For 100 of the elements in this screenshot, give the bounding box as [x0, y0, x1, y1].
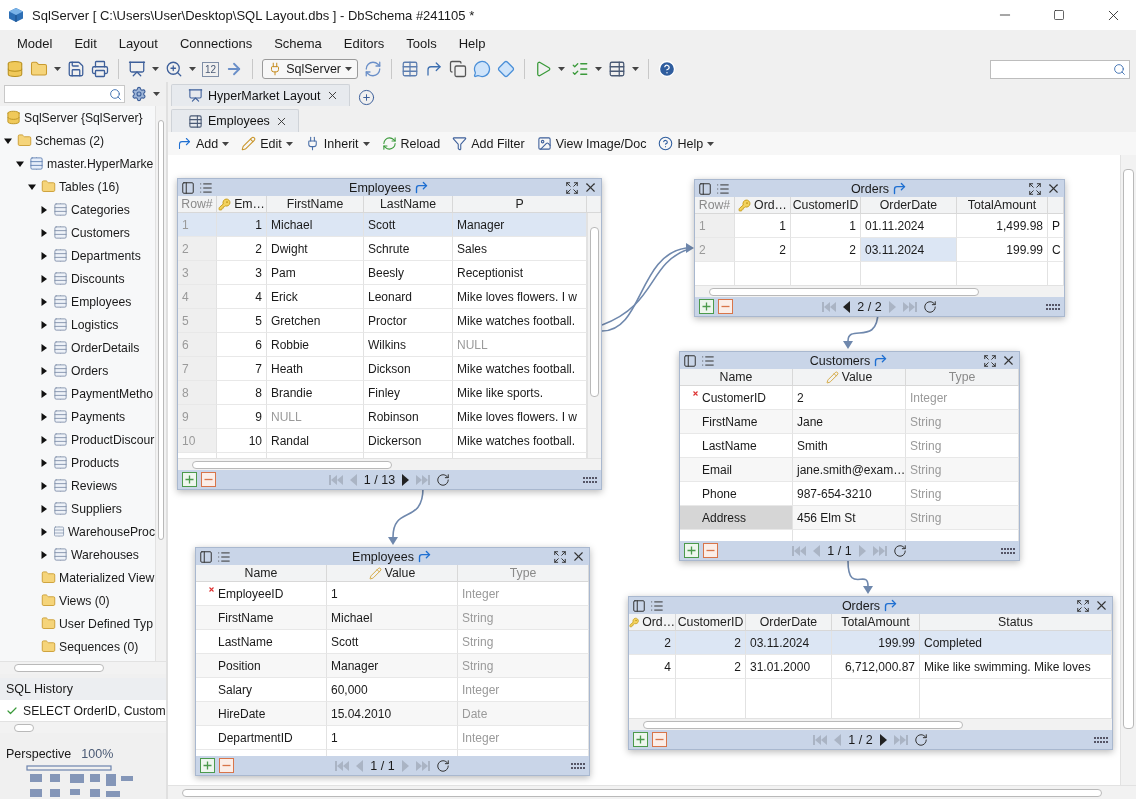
- menu-item[interactable]: Tools: [397, 32, 446, 54]
- close-icon[interactable]: [571, 549, 586, 564]
- table-row[interactable]: 1 1 Michael Scott Manager: [178, 213, 587, 237]
- table-row[interactable]: 4 4 Erick Leonard Mike loves flowers. I w: [178, 285, 587, 309]
- list-icon[interactable]: [701, 353, 715, 368]
- delete-row-icon[interactable]: [201, 472, 216, 487]
- table-row[interactable]: 6 6 Robbie Wilkins NULL: [178, 333, 587, 357]
- grip-icon[interactable]: [1046, 303, 1060, 310]
- grip-icon[interactable]: [1094, 736, 1108, 743]
- menu-item[interactable]: Help: [449, 32, 495, 54]
- caret-icon[interactable]: [40, 527, 48, 536]
- add-row-icon[interactable]: [182, 472, 197, 487]
- tree-item[interactable]: Materialized View: [0, 566, 155, 589]
- scrollbar[interactable]: [695, 285, 1064, 297]
- tree-item[interactable]: Products: [0, 451, 155, 474]
- caret-icon[interactable]: [153, 92, 160, 96]
- tree-item[interactable]: Categories: [0, 198, 155, 221]
- column-header[interactable]: Em…: [217, 196, 267, 212]
- caret-icon[interactable]: [40, 389, 48, 398]
- caret-icon[interactable]: [40, 412, 48, 421]
- toolbar-button[interactable]: Reload: [381, 136, 441, 151]
- tree-item[interactable]: Views (0): [0, 589, 155, 612]
- column-header[interactable]: Ord…: [735, 197, 791, 213]
- table-row[interactable]: 10 10 Randal Dickerson Mike watches football.: [178, 429, 587, 453]
- caret-icon[interactable]: [40, 481, 48, 490]
- relation-arrow-icon[interactable]: [892, 181, 908, 196]
- expand-icon[interactable]: [553, 549, 567, 564]
- column-header[interactable]: Value: [327, 565, 458, 581]
- scrollbar[interactable]: [587, 213, 601, 458]
- table-row[interactable]: 3 3 Pam Beesly Receptionist: [178, 261, 587, 285]
- editor-tab[interactable]: Employees: [171, 109, 299, 132]
- expand-icon[interactable]: [565, 180, 579, 195]
- history-item[interactable]: SELECT OrderID, Custom: [0, 700, 166, 721]
- menu-item[interactable]: Schema: [265, 32, 331, 54]
- delete-row-icon[interactable]: [219, 758, 234, 773]
- maximize-icon[interactable]: [1053, 9, 1065, 21]
- close-icon[interactable]: [1001, 353, 1016, 368]
- arrow-icon[interactable]: [425, 60, 443, 78]
- table-row[interactable]: 5 5 Gretchen Proctor Mike watches football.: [178, 309, 587, 333]
- field-name[interactable]: DepartmentID: [196, 726, 327, 750]
- tree-item[interactable]: Warehouses: [0, 543, 155, 566]
- add-row-icon[interactable]: [699, 299, 714, 314]
- toolbar-button[interactable]: Add: [177, 136, 230, 151]
- column-header[interactable]: CustomerID: [676, 614, 746, 630]
- column-header[interactable]: Status: [920, 614, 1112, 630]
- tree-item[interactable]: WarehouseProc: [0, 520, 155, 543]
- column-header[interactable]: OrderDate: [861, 197, 957, 213]
- caret-icon[interactable]: [40, 550, 48, 559]
- panel-left-icon[interactable]: [199, 549, 213, 564]
- toolbar-button[interactable]: Edit: [241, 136, 293, 151]
- tree-item[interactable]: Schemas (2): [0, 129, 155, 152]
- refresh-icon[interactable]: [913, 732, 928, 747]
- table-row[interactable]: 8 8 Brandie Finley Mike like sports.: [178, 381, 587, 405]
- toolbar-button[interactable]: Inherit: [304, 136, 370, 151]
- diamond-icon[interactable]: [497, 60, 515, 78]
- toolbar-button[interactable]: Add Filter: [452, 136, 525, 151]
- menu-item[interactable]: Edit: [65, 32, 106, 54]
- list-icon[interactable]: [650, 598, 664, 613]
- add-row-icon[interactable]: [684, 543, 699, 558]
- scrollbar[interactable]: [0, 661, 166, 674]
- column-header[interactable]: OrderDate: [746, 614, 832, 630]
- panel-left-icon[interactable]: [632, 598, 646, 613]
- tree-item[interactable]: User Defined Typ: [0, 612, 155, 635]
- table-row[interactable]: 4 2 31.01.2000 6,712,000.87 Mike like swimming. Mike loves: [629, 655, 1112, 679]
- comment-icon[interactable]: [473, 60, 491, 78]
- delete-row-icon[interactable]: [703, 543, 718, 558]
- list-icon[interactable]: [716, 181, 730, 196]
- caret-icon[interactable]: [28, 182, 36, 191]
- column-header[interactable]: FirstName: [267, 196, 364, 212]
- expand-icon[interactable]: [983, 353, 997, 368]
- tree-item[interactable]: master.HyperMarke: [0, 152, 155, 175]
- zoom-icon[interactable]: [165, 60, 183, 78]
- print-icon[interactable]: [91, 60, 109, 78]
- close-icon[interactable]: [583, 180, 598, 195]
- field-value[interactable]: 456 Elm St: [793, 506, 906, 530]
- tree-item[interactable]: Suppliers: [0, 497, 155, 520]
- caret-icon[interactable]: [16, 159, 24, 168]
- add-row-icon[interactable]: [200, 758, 215, 773]
- caret-icon[interactable]: [345, 67, 352, 71]
- caret-icon[interactable]: [40, 297, 48, 306]
- column-header[interactable]: Name: [196, 565, 327, 581]
- add-row-icon[interactable]: [633, 732, 648, 747]
- add-tab-icon[interactable]: [357, 89, 375, 106]
- tree-item[interactable]: Discounts: [0, 267, 155, 290]
- scrollbar[interactable]: [629, 718, 1112, 730]
- layout-tab[interactable]: HyperMarket Layout: [171, 84, 350, 106]
- scrollbar[interactable]: [168, 785, 1136, 799]
- column-header[interactable]: P: [453, 196, 587, 212]
- column-header[interactable]: Ord…: [629, 614, 676, 630]
- caret-icon[interactable]: [54, 67, 61, 71]
- list-icon[interactable]: [217, 549, 231, 564]
- menu-item[interactable]: Model: [8, 32, 62, 54]
- caret-icon[interactable]: [152, 67, 159, 71]
- caret-icon[interactable]: [189, 67, 196, 71]
- refresh-icon[interactable]: [435, 758, 450, 773]
- save-icon[interactable]: [67, 60, 85, 78]
- column-header[interactable]: CustomerID: [791, 197, 861, 213]
- caret-icon[interactable]: [40, 274, 48, 283]
- checklist-icon[interactable]: [571, 60, 589, 78]
- column-header[interactable]: Value: [793, 369, 906, 385]
